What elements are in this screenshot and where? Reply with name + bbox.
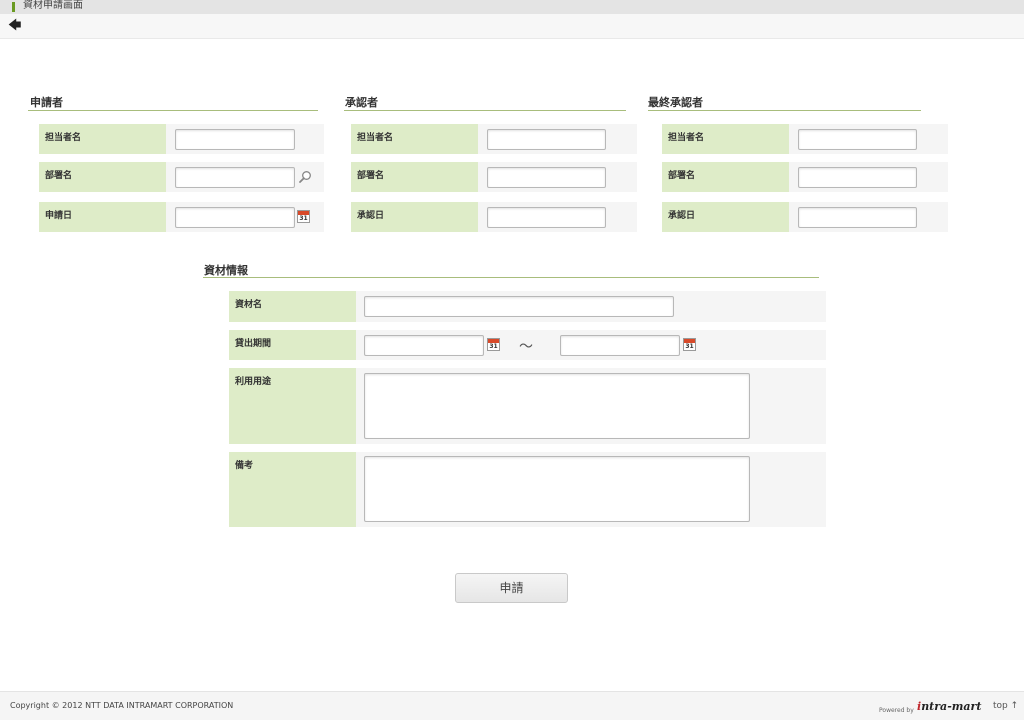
approver-divider [344, 110, 626, 111]
top-link[interactable]: top ↑ [993, 701, 1018, 711]
copyright-text: Copyright © 2012 NTT DATA INTRAMART CORP… [10, 701, 234, 710]
applicant-person-label: 担当者名 [39, 124, 166, 154]
loan-period-from-calendar-icon[interactable]: 31 [487, 338, 500, 351]
final-approver-date-label: 承認日 [662, 202, 789, 232]
approver-heading: 承認者 [345, 96, 378, 109]
material-divider [203, 277, 819, 278]
intra-mart-logo: intra-mart [917, 700, 982, 713]
approver-date-input[interactable] [487, 207, 606, 228]
calendar-day: 31 [685, 343, 694, 350]
approver-dept-label: 部署名 [351, 162, 478, 192]
applicant-dept-label: 部署名 [39, 162, 166, 192]
search-icon[interactable] [298, 170, 312, 184]
material-name-input[interactable] [364, 296, 674, 317]
applicant-date-label: 申請日 [39, 202, 166, 232]
back-arrow-icon[interactable]: 🡄 [8, 18, 21, 34]
window-title: 資材申請画面 [23, 0, 83, 11]
purpose-label: 利用用途 [229, 368, 356, 444]
final-approver-person-label: 担当者名 [662, 124, 789, 154]
calendar-day: 31 [489, 343, 498, 350]
final-approver-person-input[interactable] [798, 129, 917, 150]
approver-date-label: 承認日 [351, 202, 478, 232]
calendar-day: 31 [299, 215, 308, 222]
final-approver-heading: 最終承認者 [648, 96, 703, 109]
material-heading: 資材情報 [204, 264, 248, 277]
window-titlebar: 資材申請画面 [0, 0, 1024, 14]
applicant-divider [28, 110, 318, 111]
approver-dept-input[interactable] [487, 167, 606, 188]
loan-period-from-input[interactable] [364, 335, 484, 356]
loan-period-to-input[interactable] [560, 335, 680, 356]
loan-period-label: 貸出期間 [229, 330, 356, 360]
applicant-person-input[interactable] [175, 129, 295, 150]
applicant-date-input[interactable] [175, 207, 295, 228]
title-marker [12, 2, 15, 12]
loan-period-to-calendar-icon[interactable]: 31 [683, 338, 696, 351]
final-approver-date-input[interactable] [798, 207, 917, 228]
powered-by-text: Powered by [879, 707, 914, 714]
final-approver-dept-label: 部署名 [662, 162, 789, 192]
material-name-label: 資材名 [229, 291, 356, 322]
submit-button[interactable]: 申請 [455, 573, 568, 603]
applicant-dept-input[interactable] [175, 167, 295, 188]
final-approver-divider [648, 110, 921, 111]
remarks-label: 備考 [229, 452, 356, 527]
applicant-heading: 申請者 [30, 96, 63, 109]
final-approver-dept-input[interactable] [798, 167, 917, 188]
footer: Copyright © 2012 NTT DATA INTRAMART CORP… [0, 691, 1024, 720]
remarks-textarea[interactable] [364, 456, 750, 522]
period-separator: ～ [519, 339, 533, 355]
approver-person-label: 担当者名 [351, 124, 478, 154]
approver-person-input[interactable] [487, 129, 606, 150]
purpose-textarea[interactable] [364, 373, 750, 439]
toolbar: 🡄 [0, 14, 1024, 39]
applicant-date-calendar-icon[interactable]: 31 [297, 210, 310, 223]
